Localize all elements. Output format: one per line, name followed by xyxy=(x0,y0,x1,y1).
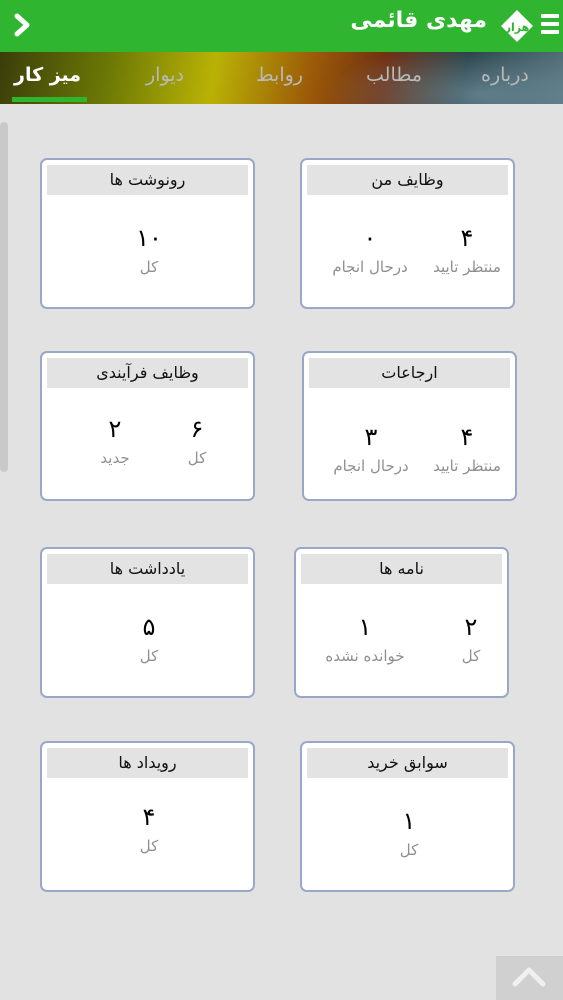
tab-relations[interactable]: روابط xyxy=(256,64,303,86)
stat-unread: ۱ خوانده نشده xyxy=(320,613,410,665)
stat-total: ۲ کل xyxy=(436,613,506,665)
stat-value: ۵ xyxy=(142,613,156,641)
card-title: وظایف فرآیندی xyxy=(47,358,248,388)
card-my-tasks[interactable]: وظایف من ۴ منتظر تایید ۰ درحال انجام xyxy=(300,158,515,309)
stat-label: درحال انجام xyxy=(332,258,408,276)
stat-label: منتظر تایید xyxy=(433,457,501,475)
tab-desk[interactable]: میز کار xyxy=(14,64,81,86)
card-process-tasks[interactable]: وظایف فرآیندی ۶ کل ۲ جدید xyxy=(40,351,255,501)
stat-label: کل xyxy=(187,449,207,467)
stat-label: منتظر تایید xyxy=(433,258,501,276)
stat-label: خوانده نشده xyxy=(325,647,405,665)
stat-value: ۴ xyxy=(142,803,156,831)
logo-text: هزار xyxy=(504,21,530,34)
stat-label: کل xyxy=(399,841,419,859)
stat-value: ۶ xyxy=(190,415,204,443)
card-title: سوابق خرید xyxy=(307,748,508,778)
card-title: یادداشت ها xyxy=(47,554,248,584)
card-title: وظایف من xyxy=(307,165,508,195)
stat-new: ۲ جدید xyxy=(80,415,150,467)
card-title: رویداد ها xyxy=(47,748,248,778)
card-title: ارجاعات xyxy=(309,358,510,388)
stat-value: ۰ xyxy=(363,224,377,252)
tab-posts[interactable]: مطالب xyxy=(366,64,422,86)
chevron-up-icon xyxy=(512,967,546,987)
stat-value: ۱ xyxy=(402,807,416,835)
card-purchases[interactable]: سوابق خرید ۱ کل xyxy=(300,741,515,892)
active-tab-indicator xyxy=(12,97,87,102)
stat-total: ۱ کل xyxy=(369,807,449,859)
card-title: نامه ها xyxy=(301,554,502,584)
card-notes[interactable]: یادداشت ها ۵ کل xyxy=(40,547,255,698)
stat-total: ۱۰ کل xyxy=(109,224,189,276)
stat-label: کل xyxy=(461,647,481,665)
scrollbar[interactable] xyxy=(0,122,8,472)
card-title: رونوشت ها xyxy=(47,165,248,195)
stat-label: کل xyxy=(139,647,159,665)
stat-value: ۳ xyxy=(364,423,378,451)
stat-in-progress: ۰ درحال انجام xyxy=(330,224,410,276)
card-events[interactable]: رویداد ها ۴ کل xyxy=(40,741,255,892)
tab-about[interactable]: درباره xyxy=(481,64,529,86)
stat-total: ۵ کل xyxy=(109,613,189,665)
stat-label: کل xyxy=(139,837,159,855)
app-logo-icon: هزار xyxy=(501,10,533,42)
stat-pending: ۴ منتظر تایید xyxy=(427,423,507,475)
stat-in-progress: ۳ درحال انجام xyxy=(331,423,411,475)
stat-value: ۲ xyxy=(108,415,122,443)
back-chevron-icon[interactable] xyxy=(8,10,38,40)
card-copies[interactable]: رونوشت ها ۱۰ کل xyxy=(40,158,255,309)
scroll-top-button[interactable] xyxy=(496,956,563,1000)
stat-total: ۴ کل xyxy=(109,803,189,855)
tab-wall[interactable]: دیوار xyxy=(146,64,184,86)
card-letters[interactable]: نامه ها ۲ کل ۱ خوانده نشده xyxy=(294,547,509,698)
stat-label: کل xyxy=(139,258,159,276)
stat-value: ۲ xyxy=(464,613,478,641)
app-header: مهدی قائمی هزار xyxy=(0,0,563,52)
stat-value: ۴ xyxy=(460,224,474,252)
stat-total: ۶ کل xyxy=(162,415,232,467)
card-referrals[interactable]: ارجاعات ۴ منتظر تایید ۳ درحال انجام xyxy=(302,351,517,501)
user-name-title: مهدی قائمی xyxy=(350,8,487,33)
stat-pending: ۴ منتظر تایید xyxy=(427,224,507,276)
hamburger-menu-icon[interactable] xyxy=(541,14,559,38)
stat-label: جدید xyxy=(100,449,130,467)
stat-value: ۱ xyxy=(358,613,372,641)
stat-label: درحال انجام xyxy=(333,457,409,475)
stat-value: ۴ xyxy=(460,423,474,451)
stat-value: ۱۰ xyxy=(136,224,162,252)
